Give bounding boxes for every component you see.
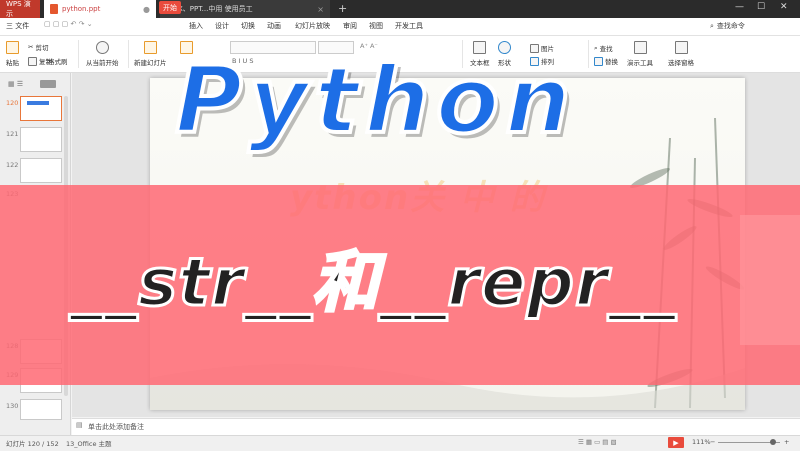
tab-design[interactable]: 设计	[215, 21, 229, 31]
document-tab-second[interactable]: X、PPT...中用 使用员工 ×	[160, 0, 330, 18]
minimize-icon[interactable]: —	[735, 2, 744, 12]
new-tab-button[interactable]: +	[338, 2, 347, 15]
document-tab-label: X、PPT...中用 使用员工	[178, 5, 253, 13]
slide-number: 122	[6, 161, 19, 169]
slide-number: 121	[6, 130, 19, 138]
selection-pane-label: 选择窗格	[668, 59, 694, 67]
replace-label: 替换	[605, 58, 618, 66]
app-tab[interactable]: WPS 演示	[0, 0, 40, 18]
tab-developer[interactable]: 开发工具	[395, 21, 423, 31]
scissors-icon: ✂	[28, 43, 34, 51]
find-label: 查找	[599, 45, 613, 53]
play-icon: ▶	[673, 438, 679, 447]
notes-placeholder[interactable]: 单击此处添加备注	[88, 422, 144, 432]
search-icon: ⌕	[594, 43, 598, 52]
theme-name: 13_Office 主题	[66, 440, 112, 448]
slide-thumbnail-selected[interactable]	[20, 96, 62, 121]
presenter-tools-label: 演示工具	[627, 59, 653, 67]
cut-label: 剪切	[35, 44, 49, 52]
tab-animation[interactable]: 动画	[267, 21, 281, 31]
play-from-current-button[interactable]: 从当前开始	[86, 41, 119, 67]
tab-transition[interactable]: 切换	[241, 21, 255, 31]
replace-button[interactable]: 替换	[594, 56, 618, 66]
format-painter-button[interactable]: 格式刷	[48, 56, 68, 66]
zoom-level[interactable]: 111%	[692, 438, 711, 446]
paste-label: 粘贴	[6, 59, 19, 67]
find-button[interactable]: ⌕ 查找	[594, 43, 613, 54]
slide-thumbnail[interactable]	[20, 399, 62, 420]
presenter-tools-button[interactable]: 演示工具	[627, 41, 653, 67]
new-slide-label: 新建幻灯片	[134, 59, 167, 67]
maximize-icon[interactable]: ☐	[757, 2, 765, 12]
cut-button[interactable]: ✂ 剪切	[28, 42, 48, 52]
ribbon-divider	[78, 40, 79, 68]
format-painter-label: 格式刷	[48, 58, 68, 66]
pink-brush-edge	[740, 215, 800, 345]
play-from-current-label: 从当前开始	[86, 59, 119, 67]
zoom-slider-handle[interactable]	[770, 439, 776, 445]
selection-pane-button[interactable]: 选择窗格	[668, 41, 694, 67]
notes-icon: ▤	[76, 421, 83, 429]
ribbon-divider	[588, 40, 589, 68]
copy-icon	[28, 56, 37, 66]
presenter-icon	[633, 41, 647, 54]
tab-review[interactable]: 审阅	[343, 21, 357, 31]
slide-position: 幻灯片 120 / 152	[6, 440, 59, 448]
close-tab-icon[interactable]: ×	[317, 5, 324, 14]
search-icon: ⌕	[710, 21, 714, 30]
tab-slideshow[interactable]: 幻灯片放映	[295, 21, 330, 31]
document-tab-python[interactable]: python.ppt ●	[44, 0, 156, 18]
replace-icon	[594, 56, 603, 66]
slide-number: 120	[6, 99, 19, 107]
paste-icon	[6, 41, 19, 54]
panel-badge[interactable]	[40, 80, 56, 88]
thumbnail-title-mark	[27, 101, 49, 105]
search-command[interactable]: ⌕ 查找命令	[710, 21, 745, 31]
close-tab-icon[interactable]: ●	[143, 5, 150, 14]
file-menu[interactable]: 三 文件	[6, 21, 29, 31]
overlay-subtitle: __str__和__repr__	[69, 244, 677, 321]
tab-view[interactable]: 视图	[369, 21, 383, 31]
zoom-out-icon[interactable]: −	[710, 438, 715, 446]
app-tab-label: WPS 演示	[6, 0, 31, 18]
ppt-file-icon	[50, 4, 58, 14]
selection-pane-icon	[674, 41, 688, 54]
ribbon-divider	[128, 40, 129, 68]
paste-button[interactable]: 粘贴	[6, 41, 19, 67]
tab-home[interactable]: 开始	[159, 1, 181, 14]
tab-insert[interactable]: 插入	[189, 21, 203, 31]
slide-number: 130	[6, 402, 19, 410]
slideshow-play-button[interactable]: ▶	[668, 437, 684, 448]
search-command-label: 查找命令	[716, 22, 745, 30]
quick-access-icons[interactable]: ▢ ▢ ▢ ↶ ↷ ⌄	[44, 20, 93, 28]
close-window-icon[interactable]: ✕	[780, 2, 788, 12]
slide-thumbnail[interactable]	[20, 127, 62, 152]
panel-view-toggle[interactable]: ▦ ☰	[8, 80, 23, 88]
view-mode-icons[interactable]: ☰ ▦ ▭ ▤ ▧	[578, 438, 617, 446]
new-slide-icon	[143, 41, 157, 54]
zoom-in-icon[interactable]: +	[784, 438, 789, 446]
slide-thumbnail[interactable]	[20, 158, 62, 183]
notes-pane[interactable]	[72, 418, 800, 436]
document-tab-label: python.ppt	[62, 5, 101, 13]
overlay-title: Python	[173, 47, 577, 154]
play-icon	[95, 41, 109, 54]
new-slide-button[interactable]: 新建幻灯片	[134, 41, 167, 67]
